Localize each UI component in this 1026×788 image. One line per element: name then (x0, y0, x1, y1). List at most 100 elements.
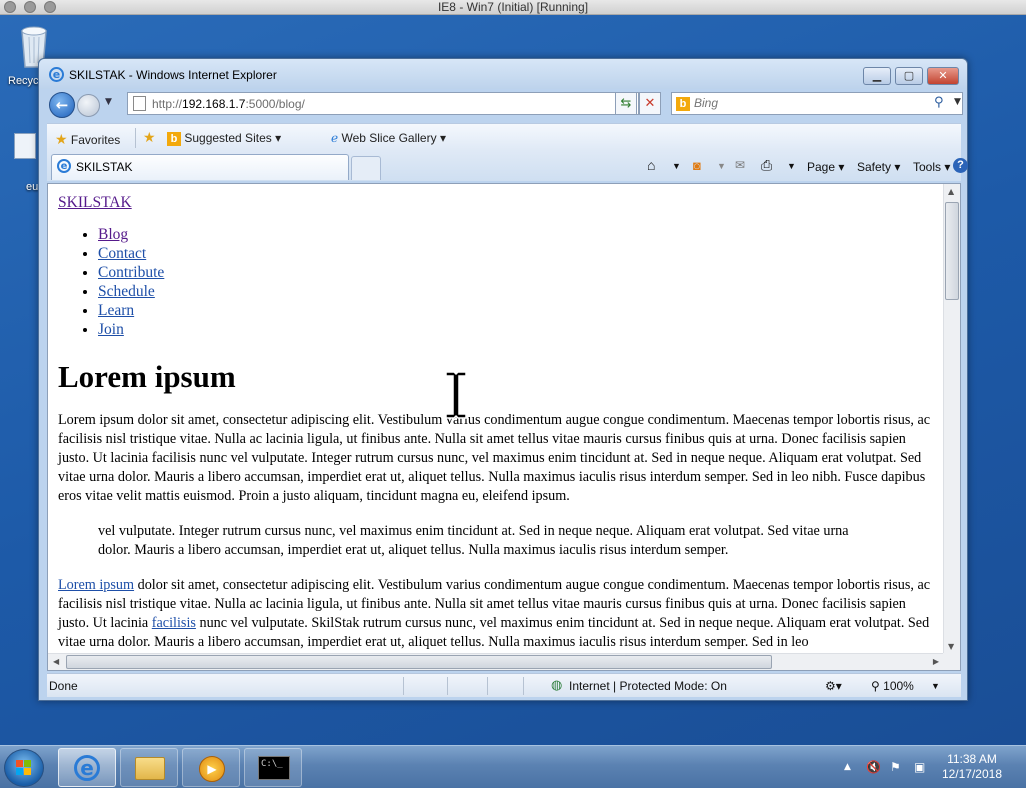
taskbar-command-prompt[interactable]: C:\_ (244, 748, 302, 787)
search-box[interactable]: b ⚲ ▼ (671, 92, 963, 115)
read-mail-icon[interactable]: ✉ (735, 158, 745, 172)
paragraph-link-facilisis[interactable]: facilisis (152, 615, 196, 631)
clock-time: 11:38 AM (947, 752, 997, 766)
media-player-icon: ▶ (199, 756, 225, 782)
scroll-down-icon[interactable]: ▼ (948, 642, 954, 651)
host-title: IE8 - Win7 (Initial) [Running] (437, 0, 589, 14)
nav-link-learn[interactable]: Learn (98, 302, 134, 319)
refresh-icon: ⇆ (620, 96, 632, 111)
system-clock[interactable]: 11:38 AM 12/17/2018 (942, 752, 1002, 782)
ie-window: e SKILSTAK - Windows Internet Explorer ▁… (38, 58, 968, 701)
scroll-left-icon[interactable]: ◀ (53, 657, 59, 666)
tab-and-command-bar: e SKILSTAK ⌂ ▼ ◙ ▼ ✉ ⎙ ▼ Page ▾ Safety ▾… (47, 151, 968, 181)
search-icon[interactable]: ⚲ (934, 95, 944, 110)
status-separator (523, 677, 524, 695)
network-icon[interactable]: ▣ (914, 760, 925, 774)
suggested-sites-icon: b (167, 132, 181, 146)
security-zone[interactable]: Internet | Protected Mode: On (569, 679, 727, 693)
star-icon: ★ (55, 131, 68, 147)
home-dropdown[interactable]: ▼ (672, 161, 681, 171)
horizontal-scrollbar[interactable]: ◀ ▶ (48, 653, 944, 670)
new-tab-button[interactable] (351, 156, 381, 180)
print-icon[interactable]: ⎙ (761, 157, 772, 174)
shortcut-icon (14, 133, 36, 159)
taskbar-ie[interactable]: e (58, 748, 116, 787)
volume-muted-icon[interactable]: 🔇 (866, 760, 881, 774)
paragraph-1: Lorem ipsum dolor sit amet, consectetur … (58, 412, 931, 504)
suggested-sites-button[interactable]: b Suggested Sites ▾ (167, 131, 281, 146)
page-icon (133, 96, 146, 111)
safety-menu[interactable]: Safety ▾ (857, 160, 900, 174)
status-text: Done (49, 679, 78, 693)
folder-icon (135, 757, 165, 780)
nav-link-schedule[interactable]: Schedule (98, 283, 155, 300)
status-separator (487, 677, 488, 695)
add-to-favorites-bar-icon[interactable]: ★ (143, 129, 156, 146)
search-input[interactable] (694, 96, 924, 110)
web-slice-icon: ℯ (331, 131, 339, 145)
zoom-dropdown[interactable]: ▼ (931, 681, 940, 691)
nav-link-join[interactable]: Join (98, 321, 124, 338)
refresh-button[interactable]: ⇆ (615, 92, 637, 115)
action-center-icon[interactable]: ⚑ (890, 760, 901, 774)
minimize-button[interactable]: ▁ (863, 67, 891, 85)
back-button[interactable]: ← (49, 92, 75, 118)
ie-taskbar-icon: e (74, 755, 100, 781)
page-content: SKILSTAK Blog Contact Contribute Schedul… (48, 184, 944, 654)
nav-link-blog[interactable]: Blog (98, 226, 128, 243)
feeds-dropdown[interactable]: ▼ (717, 161, 726, 171)
back-arrow-icon: ← (55, 96, 69, 114)
globe-icon: ◍ (551, 677, 563, 692)
taskbar-media-player[interactable]: ▶ (182, 748, 240, 787)
horizontal-scroll-thumb[interactable] (66, 655, 772, 669)
page-menu[interactable]: Page ▾ (807, 160, 844, 174)
address-text[interactable]: http://192.168.1.7:5000/blog/ (152, 97, 305, 111)
zoom-icon: ⚲ (871, 679, 880, 693)
vertical-scroll-thumb[interactable] (945, 202, 959, 300)
forward-button[interactable] (77, 94, 100, 117)
protected-mode-icon[interactable]: ⚙▾ (825, 679, 842, 693)
paragraph-link-lorem[interactable]: Lorem ipsum (58, 577, 134, 593)
blockquote: vel vulputate. Integer rutrum cursus nun… (98, 523, 849, 558)
print-dropdown[interactable]: ▼ (787, 161, 796, 171)
vertical-scrollbar[interactable]: ▲ ▼ (943, 184, 960, 654)
nav-item-contact: Contact (98, 244, 934, 263)
home-icon[interactable]: ⌂ (647, 157, 655, 173)
nav-link-contribute[interactable]: Contribute (98, 264, 164, 281)
stop-button[interactable]: ✕ (639, 92, 661, 115)
nav-link-contact[interactable]: Contact (98, 245, 146, 262)
feeds-icon[interactable]: ◙ (693, 158, 701, 173)
nav-item-schedule: Schedule (98, 282, 934, 301)
scroll-up-icon[interactable]: ▲ (948, 187, 954, 196)
close-button[interactable]: ✕ (927, 67, 959, 85)
address-bar[interactable]: http://192.168.1.7:5000/blog/ ▼ (127, 92, 639, 115)
tab-label: SKILSTAK (76, 160, 133, 174)
help-icon[interactable]: ? (953, 158, 968, 173)
scrollbar-corner (943, 653, 960, 670)
command-prompt-icon: C:\_ (258, 756, 290, 780)
clock-date: 12/17/2018 (941, 767, 1002, 781)
tab-skilstak[interactable]: e SKILSTAK (51, 154, 349, 180)
stop-icon: ✕ (644, 96, 656, 111)
recycle-bin-label: Recyc (8, 75, 39, 87)
site-home-link[interactable]: SKILSTAK (58, 194, 132, 212)
web-slice-gallery-button[interactable]: ℯ Web Slice Gallery ▾ (331, 131, 446, 145)
site-nav: Blog Contact Contribute Schedule Learn J… (98, 225, 934, 339)
favorites-button[interactable]: ★ Favorites (55, 131, 120, 148)
show-hidden-icons[interactable]: ▲ (844, 762, 851, 772)
text-cursor-icon (445, 371, 467, 419)
taskbar-explorer[interactable] (120, 748, 178, 787)
navigation-bar: ← ▼ http://192.168.1.7:5000/blog/ ▼ ⇆ ✕ … (47, 91, 963, 119)
page-viewport: SKILSTAK Blog Contact Contribute Schedul… (47, 183, 961, 671)
windows-logo-icon (16, 760, 31, 775)
window-title: SKILSTAK - Windows Internet Explorer (69, 68, 277, 82)
maximize-button[interactable]: ▢ (895, 67, 923, 85)
tools-menu[interactable]: Tools ▾ (913, 160, 950, 174)
scroll-right-icon[interactable]: ▶ (933, 657, 939, 666)
recent-pages-dropdown[interactable]: ▼ (105, 97, 112, 107)
ie-title-bar[interactable]: e SKILSTAK - Windows Internet Explorer ▁… (39, 59, 967, 89)
zoom-level[interactable]: ⚲ 100% (871, 679, 914, 693)
tab-page-icon: e (57, 159, 71, 173)
start-button[interactable] (4, 749, 44, 787)
search-options-dropdown[interactable]: ▼ (954, 97, 961, 107)
